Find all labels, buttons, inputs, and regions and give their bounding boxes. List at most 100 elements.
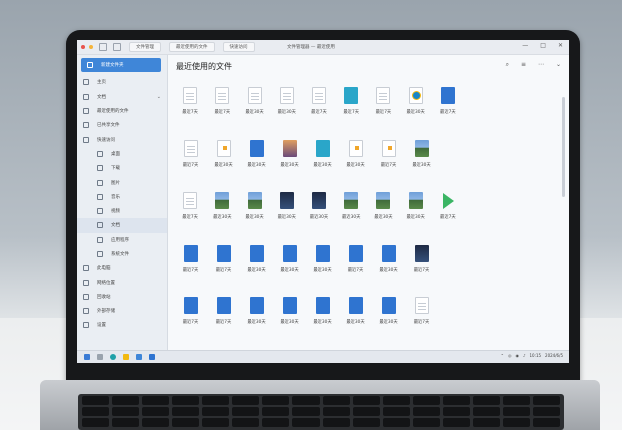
- file-item[interactable]: 最近30天: [240, 291, 273, 344]
- tab-file-manager[interactable]: 文件管理: [129, 42, 161, 52]
- sidebar-item[interactable]: 视频: [77, 204, 167, 218]
- keyboard-key: [292, 396, 320, 405]
- back-icon[interactable]: [99, 43, 107, 51]
- close-button[interactable]: ✕: [558, 42, 563, 49]
- file-item[interactable]: 最近30天: [207, 134, 240, 187]
- search-icon[interactable]: ⌕: [506, 61, 509, 69]
- chevron-down-icon[interactable]: ⌄: [556, 61, 561, 69]
- sidebar-item[interactable]: 设置: [77, 318, 167, 332]
- file-item[interactable]: 最近30天: [273, 134, 306, 187]
- volume-icon[interactable]: ♪: [523, 353, 526, 358]
- clock-date[interactable]: 2024/6/5: [545, 353, 563, 358]
- tab-recent-files[interactable]: 最近使用的文件: [169, 42, 215, 52]
- sidebar-item[interactable]: 主页: [77, 75, 167, 89]
- close-dot-icon[interactable]: [81, 45, 85, 49]
- sidebar-item[interactable]: 系统文件: [77, 247, 167, 261]
- file-item[interactable]: 最近7天: [372, 134, 405, 187]
- sidebar-item[interactable]: 外部存储: [77, 304, 167, 318]
- file-item[interactable]: 最近7天: [335, 81, 367, 134]
- mail-icon[interactable]: [149, 354, 155, 360]
- file-item[interactable]: 最近30天: [271, 81, 303, 134]
- file-item[interactable]: 最近30天: [405, 134, 438, 187]
- file-item[interactable]: 最近30天: [400, 186, 432, 239]
- clock-time[interactable]: 10:15: [530, 353, 542, 358]
- file-item[interactable]: 最近7天: [405, 239, 438, 292]
- file-item[interactable]: 最近30天: [339, 134, 372, 187]
- file-label: 最近7天: [380, 162, 397, 168]
- file-item[interactable]: 最近30天: [339, 291, 372, 344]
- file-item[interactable]: 最近30天: [372, 239, 405, 292]
- keyboard-key: [172, 407, 200, 416]
- file-item[interactable]: 最近30天: [306, 239, 339, 292]
- file-item[interactable]: 最近30天: [238, 186, 270, 239]
- file-label: 最近7天: [215, 320, 232, 326]
- sidebar-item[interactable]: 应用程序: [77, 233, 167, 247]
- file-item[interactable]: 最近7天: [206, 81, 238, 134]
- sidebar-item[interactable]: 已共享文件: [77, 118, 167, 132]
- sidebar-item[interactable]: 此电脑: [77, 261, 167, 275]
- sidebar-item-label: 应用程序: [111, 237, 129, 243]
- start-icon[interactable]: [84, 354, 90, 360]
- sidebar-item[interactable]: 快速访问: [77, 132, 167, 146]
- sidebar-item-label: 桌面: [111, 151, 120, 157]
- file-item[interactable]: 最近30天: [372, 291, 405, 344]
- file-item[interactable]: 最近7天: [405, 291, 438, 344]
- file-item[interactable]: 最近7天: [303, 81, 335, 134]
- file-label: 最近30天: [280, 320, 299, 326]
- file-item[interactable]: 最近7天: [174, 291, 207, 344]
- sidebar-item[interactable]: 文档: [77, 218, 167, 233]
- sidebar-item[interactable]: 最近使用的文件: [77, 104, 167, 118]
- edge-icon[interactable]: [110, 354, 116, 360]
- file-item[interactable]: 最近30天: [240, 134, 273, 187]
- file-item[interactable]: 最近30天: [238, 81, 270, 134]
- file-item[interactable]: 最近30天: [206, 186, 238, 239]
- sidebar-item[interactable]: 下载: [77, 161, 167, 175]
- video-icon: [97, 208, 103, 215]
- file-item[interactable]: 最近30天: [306, 134, 339, 187]
- file-item[interactable]: 最近7天: [174, 81, 206, 134]
- file-item[interactable]: 最近30天: [271, 186, 303, 239]
- more-options-icon[interactable]: ⋯: [538, 61, 544, 69]
- minimize-button[interactable]: —: [522, 42, 528, 49]
- file-item[interactable]: 最近7天: [207, 239, 240, 292]
- sidebar-item[interactable]: 文档 ⌄: [77, 90, 167, 104]
- store-icon[interactable]: [136, 354, 142, 360]
- sidebar-item[interactable]: 网络位置: [77, 275, 167, 289]
- file-item[interactable]: 最近7天: [207, 291, 240, 344]
- file-item[interactable]: 最近7天: [367, 81, 399, 134]
- file-item[interactable]: 最近30天: [306, 291, 339, 344]
- wifi-icon[interactable]: ◎: [508, 353, 512, 358]
- file-item[interactable]: 最近7天: [432, 186, 464, 239]
- file-item[interactable]: 最近30天: [367, 186, 399, 239]
- files-icon[interactable]: [123, 354, 129, 360]
- file-item[interactable]: 最近30天: [240, 239, 273, 292]
- view-toggle-icon[interactable]: ≡: [521, 61, 526, 69]
- sidebar-item[interactable]: 图片: [77, 175, 167, 189]
- new-folder-button[interactable]: 新建文件夹: [81, 58, 161, 73]
- chevron-down-icon[interactable]: ⌄: [157, 94, 161, 100]
- file-item[interactable]: 最近30天: [303, 186, 335, 239]
- sidebar-item[interactable]: 回收站: [77, 290, 167, 304]
- file-item[interactable]: 最近7天: [174, 186, 206, 239]
- sidebar-item[interactable]: 音乐: [77, 190, 167, 204]
- file-item[interactable]: 最近7天: [174, 134, 207, 187]
- maximize-button[interactable]: □: [540, 42, 546, 49]
- file-item[interactable]: 最近7天: [432, 81, 464, 134]
- file-item[interactable]: 最近30天: [335, 186, 367, 239]
- keyboard-row: [78, 394, 564, 405]
- tray-expand-icon[interactable]: ⌃: [501, 353, 504, 358]
- file-item[interactable]: 最近30天: [273, 239, 306, 292]
- file-label: 最近30天: [280, 162, 299, 168]
- sidebar-item[interactable]: 桌面: [77, 147, 167, 161]
- file-item[interactable]: 最近30天: [400, 81, 432, 134]
- file-item[interactable]: 最近7天: [174, 239, 207, 292]
- file-item[interactable]: 最近30天: [273, 291, 306, 344]
- battery-icon[interactable]: ◉: [515, 353, 519, 358]
- file-item[interactable]: 最近7天: [339, 239, 372, 292]
- layout-icon[interactable]: [113, 43, 121, 51]
- search-icon[interactable]: [97, 354, 103, 360]
- keyboard-key: [472, 407, 500, 416]
- minimize-dot-icon[interactable]: [89, 45, 93, 49]
- tab-quick-access[interactable]: 快速访问: [222, 42, 255, 52]
- scrollbar[interactable]: [562, 97, 565, 197]
